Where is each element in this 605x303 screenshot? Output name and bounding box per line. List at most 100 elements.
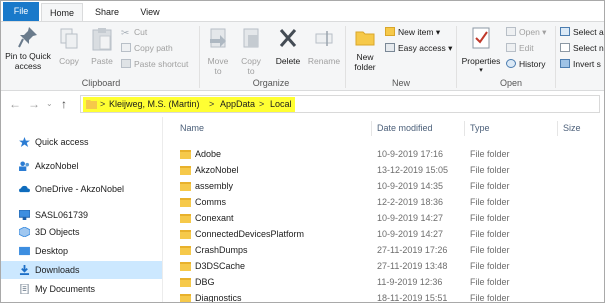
nav-item-this-pc[interactable]: SASL061739 (1, 206, 162, 224)
open-button[interactable]: Open ▾ (506, 26, 546, 38)
delete-x-icon (279, 29, 297, 47)
table-row[interactable]: ConnectedDevicesPlatform 10-9-2019 14:27… (163, 226, 604, 242)
file-type: File folder (470, 245, 510, 255)
move-to-button[interactable]: Move to (203, 26, 233, 76)
folder-icon (180, 246, 191, 255)
new-item-button[interactable]: New item ▾ (385, 26, 440, 38)
rename-button[interactable]: Rename (306, 26, 342, 74)
column-header-type[interactable]: Type (470, 123, 490, 133)
nav-item-3d-objects[interactable]: 3D Objects (1, 223, 162, 241)
breadcrumb-chevron-icon[interactable]: > (259, 98, 264, 111)
table-row[interactable]: Comms 12-2-2019 18:36 File folder (163, 194, 604, 210)
column-divider[interactable] (464, 121, 465, 136)
select-all-label: Select a (573, 27, 604, 37)
download-icon (19, 265, 30, 275)
delete-button[interactable]: Delete (271, 26, 305, 74)
organize-group-label: Organize (252, 78, 290, 88)
tab-view[interactable]: View (133, 3, 167, 21)
new-folder-label-line1: New (356, 52, 374, 62)
table-row[interactable]: DBG 11-9-2019 12:36 File folder (163, 274, 604, 290)
paste-button[interactable]: Paste (87, 26, 117, 74)
back-arrow-icon[interactable]: ← (9, 96, 21, 112)
rename-label: Rename (307, 56, 341, 66)
select-none-button[interactable]: Select n (560, 42, 604, 54)
pin-label-line1: Pin to Quick (5, 51, 51, 61)
cut-button[interactable]: ✂ Cut (121, 26, 148, 39)
file-type: File folder (470, 165, 510, 175)
copy-path-button[interactable]: Copy path (121, 42, 173, 54)
file-name: Conexant (195, 213, 234, 223)
easy-access-icon (385, 43, 395, 52)
rename-icon (315, 31, 333, 46)
breadcrumb-user[interactable]: Kleijweg, M.S. (Martin) (109, 98, 200, 111)
new-item-label: New item (398, 27, 434, 37)
cube-icon (19, 227, 30, 237)
nav-item-desktop[interactable]: Desktop (1, 242, 162, 260)
new-folder-label-line2: folder (354, 62, 376, 72)
file-date: 27-11-2019 13:48 (377, 261, 448, 271)
file-date: 13-12-2019 15:05 (377, 165, 449, 175)
file-type: File folder (470, 149, 510, 159)
address-bar[interactable]: > Kleijweg, M.S. (Martin) > AppData > Lo… (80, 95, 600, 113)
select-none-label: Select n (573, 43, 604, 53)
tab-home[interactable]: Home (41, 3, 83, 21)
table-row[interactable]: AkzoNobel 13-12-2019 15:05 File folder (163, 162, 604, 178)
new-folder-button[interactable]: New folder (349, 26, 381, 74)
file-type: File folder (470, 229, 510, 239)
select-all-icon (560, 27, 570, 36)
move-to-label-line1: Move (207, 56, 229, 66)
table-row[interactable]: Diagnostics 18-11-2019 15:51 File folder (163, 290, 604, 302)
copy-to-button[interactable]: Copy to (237, 26, 265, 76)
breadcrumb-chevron-icon[interactable]: > (209, 98, 214, 111)
pin-label-line2: access (14, 61, 42, 71)
table-row[interactable]: Adobe 10-9-2019 17:16 File folder (163, 146, 604, 162)
history-button[interactable]: History (506, 58, 545, 70)
explorer-window: File Home Share View Pin to Quick access… (0, 0, 605, 303)
nav-item-downloads[interactable]: Downloads (1, 261, 162, 279)
table-row[interactable]: Conexant 10-9-2019 14:27 File folder (163, 210, 604, 226)
pin-to-quick-access-button[interactable]: Pin to Quick access (3, 26, 53, 74)
breadcrumb-local[interactable]: Local (270, 98, 292, 111)
nav-item-my-documents[interactable]: My Documents (1, 280, 162, 298)
up-arrow-icon[interactable]: ↑ (61, 96, 67, 112)
people-icon (19, 161, 30, 171)
nav-label: 3D Objects (35, 227, 80, 237)
table-row[interactable]: CrashDumps 27-11-2019 17:26 File folder (163, 242, 604, 258)
nav-item-akzonobel[interactable]: AkzoNobel (1, 157, 162, 175)
recent-locations-chevron-icon[interactable]: ⌄ (46, 96, 53, 112)
nav-label: My Documents (35, 284, 96, 294)
invert-selection-button[interactable]: Invert s (560, 58, 601, 70)
easy-access-button[interactable]: Easy access ▾ (385, 42, 452, 54)
breadcrumb-appdata[interactable]: AppData (220, 98, 255, 111)
nav-item-quick-access[interactable]: Quick access (1, 133, 162, 151)
ribbon-separator (345, 26, 346, 88)
table-row[interactable]: D3DSCache 27-11-2019 13:48 File folder (163, 258, 604, 274)
cut-label: Cut (134, 27, 148, 37)
copy-to-label-line2: to (247, 66, 255, 76)
select-all-button[interactable]: Select a (560, 26, 604, 38)
column-header-name[interactable]: Name (180, 123, 204, 133)
column-divider[interactable] (371, 121, 372, 136)
forward-arrow-icon[interactable]: → (28, 96, 40, 112)
paste-shortcut-button[interactable]: Paste shortcut (121, 58, 188, 70)
column-header-date[interactable]: Date modified (377, 123, 433, 133)
nav-label: SASL061739 (35, 210, 89, 220)
properties-button[interactable]: Properties ▾ (459, 26, 503, 74)
folder-icon (180, 294, 191, 302)
new-item-icon (385, 27, 395, 36)
nav-item-onedrive[interactable]: OneDrive - AkzoNobel (1, 180, 162, 198)
star-icon (19, 137, 30, 147)
copy-button[interactable]: Copy (56, 26, 82, 74)
tab-file[interactable]: File (3, 2, 39, 21)
chevron-down-icon: ▾ (448, 43, 453, 53)
edit-button[interactable]: Edit (506, 42, 534, 54)
file-type: File folder (470, 277, 510, 287)
open-label: Open (519, 27, 540, 37)
navigation-pane: Quick access AkzoNobel OneDrive - AkzoNo… (1, 117, 162, 302)
breadcrumb-chevron-icon[interactable]: > (100, 98, 105, 111)
table-row[interactable]: assembly 10-9-2019 14:35 File folder (163, 178, 604, 194)
copy-path-icon (121, 43, 131, 52)
column-header-size[interactable]: Size (563, 123, 581, 133)
column-divider[interactable] (557, 121, 558, 136)
tab-share[interactable]: Share (89, 3, 125, 21)
